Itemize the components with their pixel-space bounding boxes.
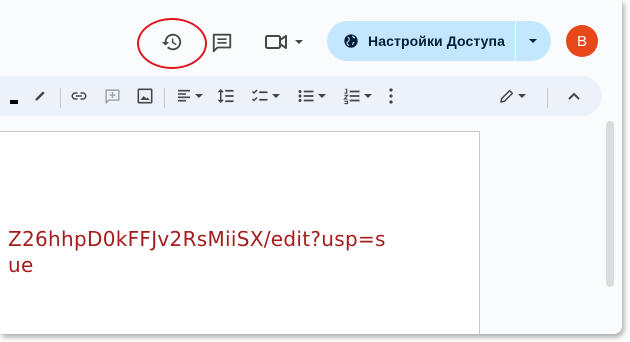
avatar[interactable]: B: [566, 25, 598, 57]
toolbar-divider: [164, 88, 165, 108]
text-line: Z26hhpD0kFFJv2RsMiiSX/edit?usp=s: [8, 227, 386, 251]
line-spacing-button[interactable]: [214, 76, 238, 116]
comments-button[interactable]: [202, 22, 242, 62]
add-comment-icon: [104, 88, 120, 104]
numbered-list-icon: [342, 88, 359, 105]
app-window: Настройки Доступа B Z26hhpD0kFFJv2RsMiiS…: [0, 0, 622, 334]
highlight-button[interactable]: [30, 76, 50, 116]
edit-mode-icon: [499, 89, 513, 103]
align-left-icon: [177, 89, 190, 102]
vertical-scrollbar[interactable]: [606, 121, 614, 287]
chevron-down-icon: [295, 40, 303, 44]
editing-mode-button[interactable]: [493, 76, 531, 116]
document-body-text[interactable]: Z26hhpD0kFFJv2RsMiiSX/edit?usp=s ue: [8, 226, 386, 278]
checklist-button[interactable]: [246, 76, 284, 116]
bulleted-list-button[interactable]: [292, 76, 330, 116]
share-dropdown-button[interactable]: [516, 21, 550, 61]
more-options-button[interactable]: [384, 76, 398, 116]
chevron-down-icon: [528, 39, 537, 43]
numbered-list-button[interactable]: [338, 76, 376, 116]
chevron-down-icon: [194, 94, 203, 98]
chevron-down-icon: [271, 94, 280, 98]
chevron-down-icon: [363, 94, 372, 98]
meet-button[interactable]: [258, 26, 316, 58]
chevron-down-icon: [317, 94, 326, 98]
insert-image-button[interactable]: [134, 76, 156, 116]
chevron-down-icon: [517, 94, 526, 98]
share-main-button[interactable]: Настройки Доступа: [327, 21, 516, 61]
text-line: ue: [8, 253, 34, 277]
insert-link-button[interactable]: [68, 76, 90, 116]
line-spacing-icon: [217, 88, 234, 104]
pen-icon: [35, 91, 45, 101]
collapse-icon: [568, 92, 580, 100]
text-color-swatch[interactable]: [10, 100, 18, 104]
top-bar: Настройки Доступа B: [0, 0, 622, 78]
link-icon: [71, 92, 87, 100]
hide-menus-button[interactable]: [563, 76, 585, 116]
more-vert-icon: [389, 88, 393, 104]
toolbar-divider: [60, 88, 61, 108]
align-button[interactable]: [172, 76, 206, 116]
share-button[interactable]: Настройки Доступа: [327, 21, 551, 61]
checklist-icon: [251, 89, 267, 102]
globe-icon: [344, 34, 358, 48]
comment-icon: [212, 33, 232, 53]
share-label: Настройки Доступа: [368, 33, 505, 49]
bulleted-list-icon: [298, 90, 313, 102]
highlight-circle: [137, 18, 207, 69]
image-icon: [137, 88, 153, 104]
add-comment-button[interactable]: [101, 76, 123, 116]
video-call-icon: [265, 35, 287, 49]
toolbar-divider: [547, 88, 548, 108]
